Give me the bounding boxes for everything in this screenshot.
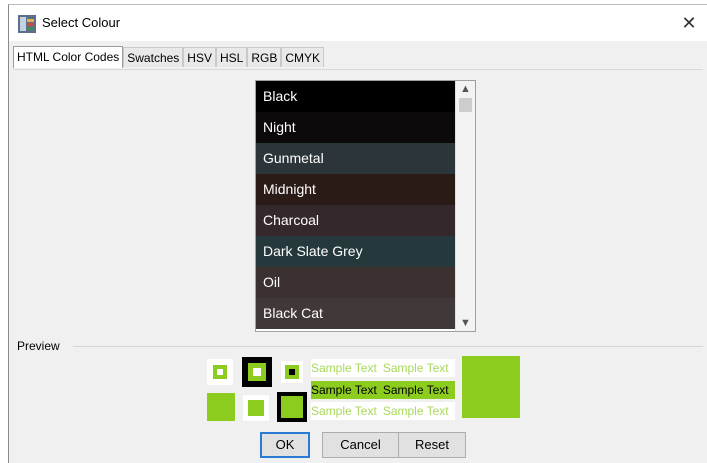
color-list-item[interactable]: Dark Slate Grey	[256, 236, 455, 267]
color-list-item[interactable]: Black	[256, 81, 455, 112]
list-scrollbar[interactable]: ▲ ▼	[455, 81, 475, 331]
color-list-item[interactable]: Charcoal	[256, 205, 455, 236]
sample-text-row-on-light: Sample Text Sample Text	[311, 359, 455, 377]
ok-button[interactable]: OK	[260, 432, 310, 458]
chevron-down-icon[interactable]: ▼	[456, 315, 475, 331]
button-bar: OK Cancel Reset	[9, 430, 707, 460]
sample-text: Sample Text	[311, 383, 377, 397]
tab-swatches[interactable]: Swatches	[123, 47, 184, 67]
html-color-codes-panel: Black Night Gunmetal Midnight Charcoal Dark S…	[13, 69, 703, 334]
tab-hsl[interactable]: HSL	[215, 47, 248, 67]
preview-swatch	[289, 369, 295, 375]
preview-group: Preview Sample Text Sample Text Sample Te…	[13, 339, 703, 424]
selected-colour-swatch	[462, 356, 520, 418]
color-list-item[interactable]: Gunmetal	[256, 143, 455, 174]
color-list-item[interactable]: Oil	[256, 267, 455, 298]
preview-label: Preview	[17, 339, 60, 353]
tab-cmyk[interactable]: CMYK	[281, 47, 325, 67]
sample-text: Sample Text	[311, 404, 377, 418]
scroll-thumb[interactable]	[459, 98, 472, 112]
sample-text: Sample Text	[382, 361, 449, 375]
color-name-list[interactable]: Black Night Gunmetal Midnight Charcoal Dark S…	[255, 80, 476, 332]
sample-text: Sample Text	[382, 404, 449, 418]
title-bar: Select Colour ✕	[9, 5, 707, 41]
select-colour-dialog: Select Colour ✕ HTML Color Codes Swatche…	[8, 4, 707, 463]
color-list-item[interactable]: Midnight	[256, 174, 455, 205]
dialog-title: Select Colour	[42, 15, 121, 30]
preview-swatch	[253, 368, 261, 376]
color-list-item[interactable]: Night	[256, 112, 455, 143]
sample-text: Sample Text	[382, 383, 449, 397]
color-list-item[interactable]: Black Cat	[256, 298, 455, 329]
close-icon[interactable]: ✕	[671, 5, 707, 41]
tab-rgb[interactable]: RGB	[247, 47, 282, 67]
sample-text: Sample Text	[311, 361, 377, 375]
colour-dialog-icon	[18, 15, 36, 33]
sample-text-row-on-white: Sample Text Sample Text	[311, 402, 455, 420]
reset-button[interactable]: Reset	[398, 432, 466, 458]
sample-text-row-on-green: Sample Text Sample Text	[311, 381, 455, 399]
color-list-items: Black Night Gunmetal Midnight Charcoal Dark S…	[256, 81, 455, 329]
tab-hsv[interactable]: HSV	[183, 47, 216, 67]
preview-swatch	[281, 396, 303, 418]
preview-swatch	[207, 393, 235, 421]
cancel-button[interactable]: Cancel	[322, 432, 399, 458]
tab-strip: HTML Color Codes Swatches HSV HSL RGB CM…	[13, 46, 325, 69]
preview-swatch	[217, 369, 223, 375]
preview-divider	[73, 346, 703, 347]
preview-swatch	[248, 400, 264, 416]
tab-html-color-codes[interactable]: HTML Color Codes	[13, 46, 124, 68]
chevron-up-icon[interactable]: ▲	[456, 81, 475, 97]
